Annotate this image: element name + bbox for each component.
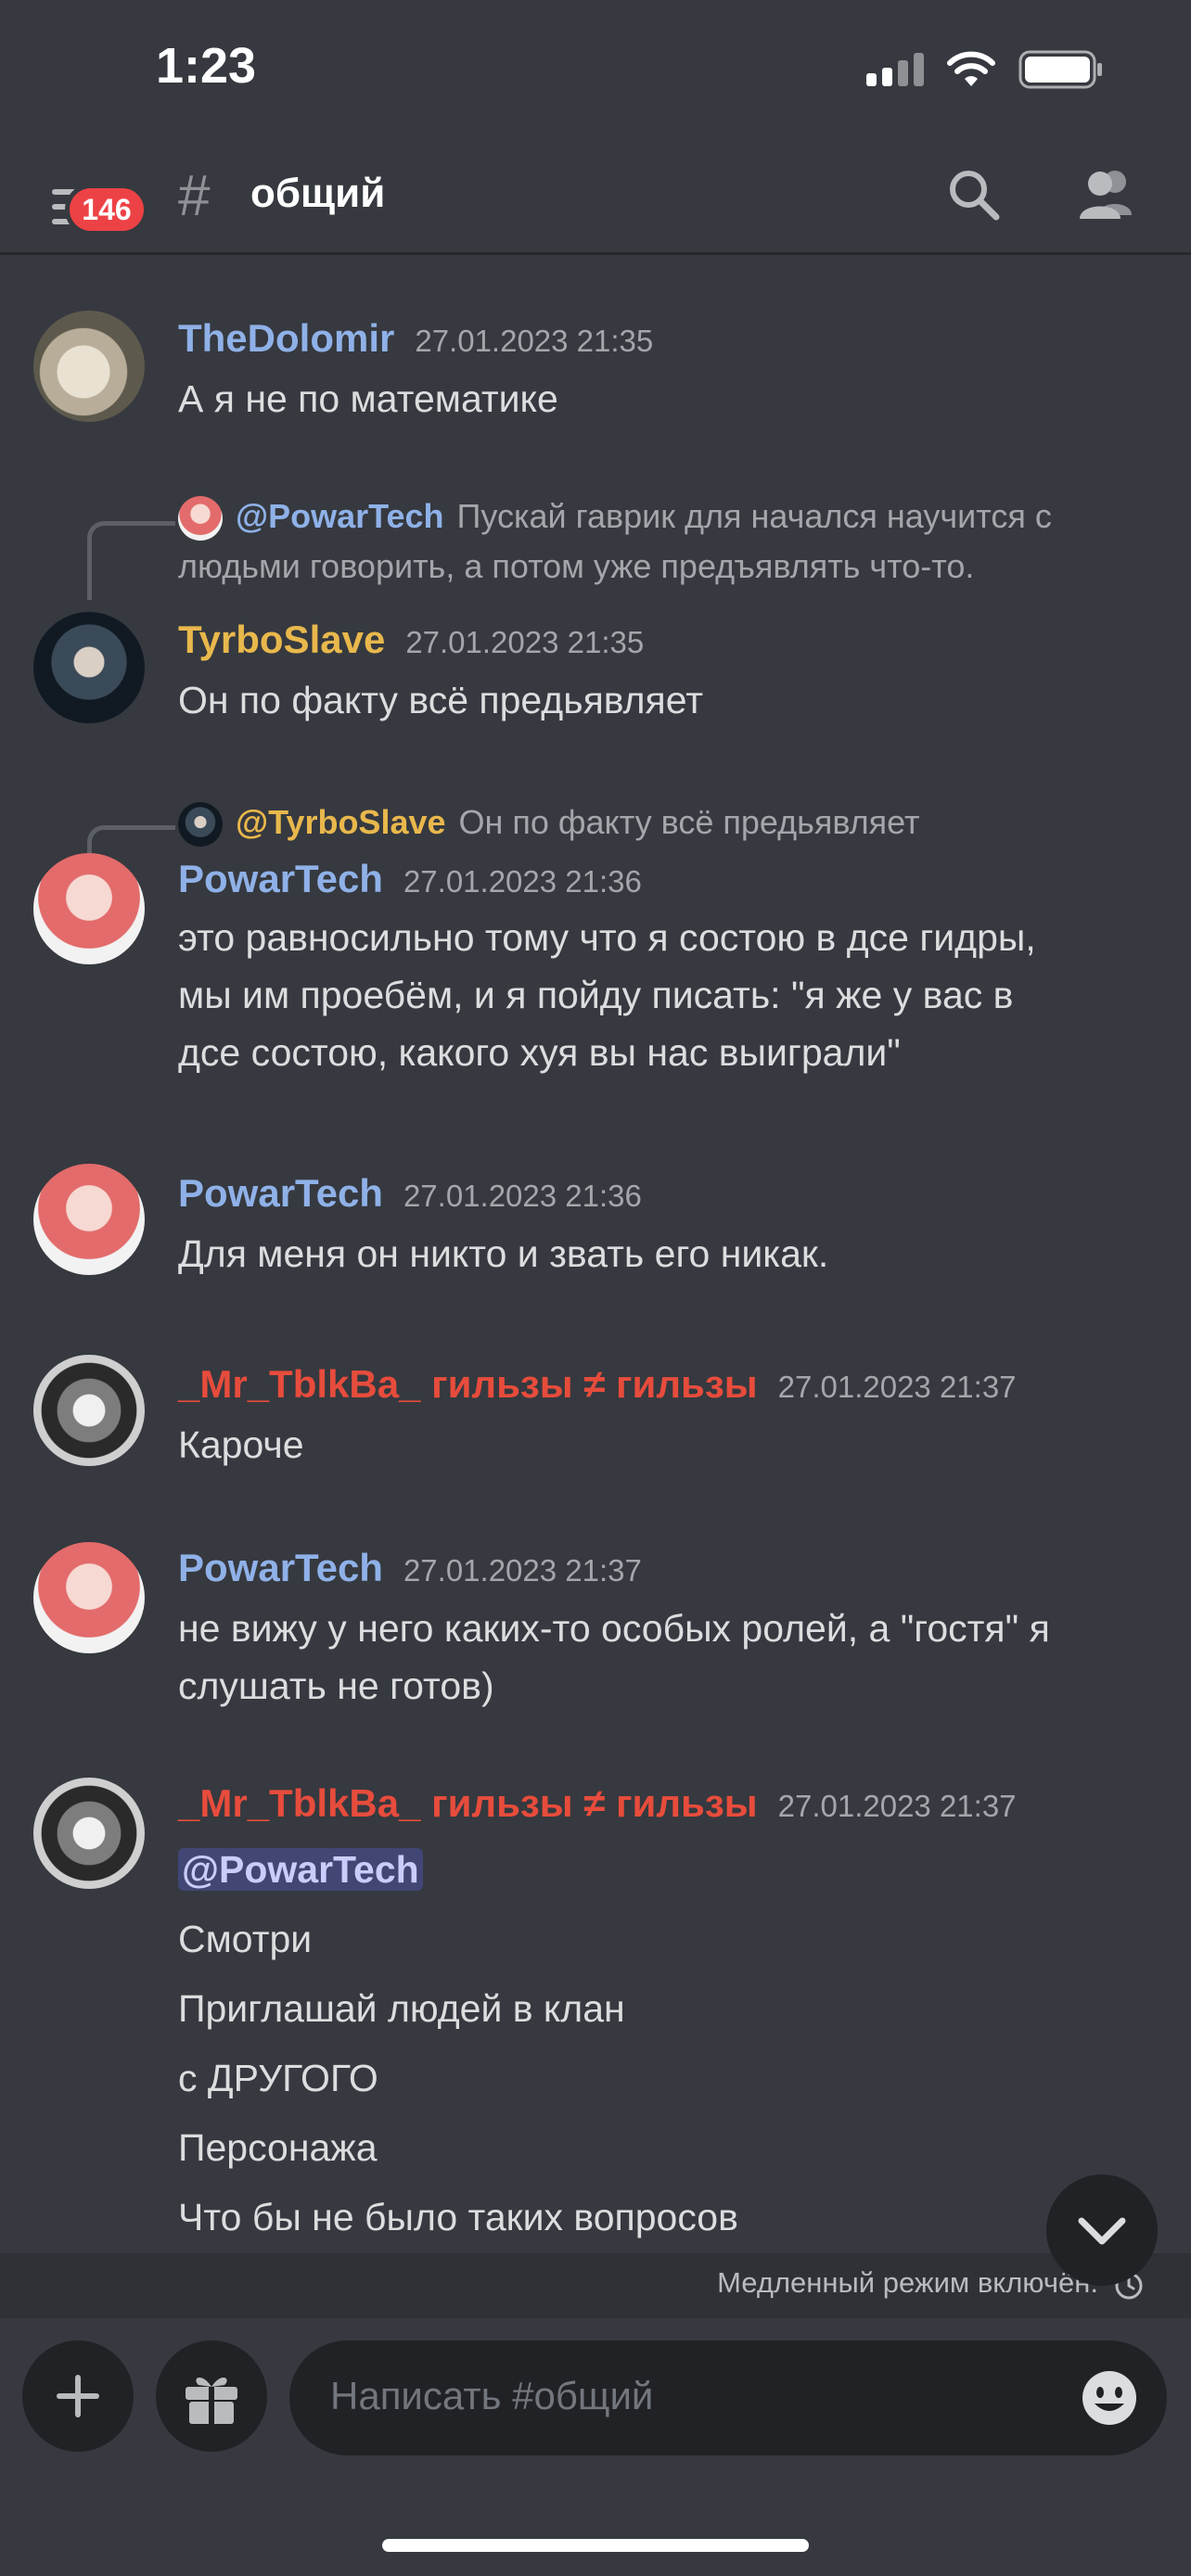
message-line: Для меня он никто и звать его никак. [178,1232,829,1275]
message-line: слушать не готов) [178,1664,494,1707]
message-text: не вижу у него каких-то особых ролей, а … [178,1600,1143,1715]
add-attachment-button[interactable] [22,2340,134,2452]
message-line: Кароче [178,1423,304,1466]
jump-to-bottom-button[interactable] [1046,2174,1158,2286]
message-text: Кароче [178,1416,1143,1473]
username[interactable]: _Mr_TblkBa_ гильзы ≠ гильзы 27.01.2023 21… [178,1781,1017,1826]
username[interactable]: TyrboSlave 27.01.2023 21:35 [178,618,644,662]
avatar-powartech[interactable] [33,1164,145,1275]
timestamp: 27.01.2023 21:37 [403,1553,642,1588]
username[interactable]: TheDolomir 27.01.2023 21:35 [178,316,653,361]
message-text: Он по факту всё предьявляет [178,671,1143,729]
timestamp: 27.01.2023 21:35 [415,324,654,358]
message-text: Для меня он никто и звать его никак. [178,1225,1143,1282]
reply-preview[interactable]: @TyrboSlave Он по факту всё предьявляет [178,797,1161,848]
message-line: А я не по математике [178,377,558,420]
message-line: Приглашай людей в клан [178,1987,625,2030]
message-line: Персонажа [178,2126,378,2169]
timestamp: 27.01.2023 21:35 [405,625,645,659]
timestamp: 27.01.2023 21:37 [777,1789,1017,1823]
search-icon[interactable] [944,165,1004,224]
username-text[interactable]: TheDolomir [178,316,394,360]
chevron-down-icon [1078,2217,1126,2245]
slow-mode-bar: Медленный режим включён. [0,2253,1191,2318]
status-bar: 1:23 [0,0,1191,148]
message-line: Смотри [178,1918,313,1960]
notification-badge: 146 [65,184,148,236]
gift-icon [186,2377,237,2424]
username[interactable]: PowarTech 27.01.2023 21:36 [178,1171,642,1216]
members-icon[interactable] [1074,165,1141,224]
plus-icon [57,2375,99,2417]
message-text: @PowarTech Смотри Приглашай людей в клан… [178,1835,1143,2252]
avatar-powartech[interactable] [33,853,145,964]
message-line: это равносильно тому что я состою в дсе … [178,916,1036,959]
timestamp: 27.01.2023 21:36 [403,864,642,899]
hash-icon: # [178,164,211,228]
reply-username[interactable]: @PowarTech [236,497,444,535]
avatar-mrtblkba[interactable] [33,1355,145,1466]
username-text[interactable]: PowarTech [178,1546,383,1589]
message-line: дсе состою, какого хуя вы нас выиграли" [178,1031,901,1074]
username-text[interactable]: PowarTech [178,857,383,900]
message-list[interactable]: TheDolomir 27.01.2023 21:35 А я не по мат… [0,255,1191,2253]
status-time: 1:23 [156,38,257,94]
username-text[interactable]: _Mr_TblkBa_ гильзы ≠ гильзы [178,1362,758,1406]
reply-text: Он по факту всё предьявляет [458,803,920,841]
reply-preview[interactable]: @PowarTech Пускай гаврик для начался науч… [178,491,1161,592]
message-text: А я не по математике [178,370,1143,427]
username-text[interactable]: PowarTech [178,1171,383,1215]
battery-icon [1018,50,1102,89]
username[interactable]: PowarTech 27.01.2023 21:36 [178,857,642,901]
channel-name: общий [250,171,386,216]
timestamp: 27.01.2023 21:36 [403,1179,642,1213]
slow-mode-text: Медленный режим включён. [717,2266,1098,2299]
message-text: это равносильно тому что я состою в дсе … [178,909,1143,1081]
status-icons [866,50,1104,89]
wifi-icon [947,51,995,86]
avatar-tyrboslave[interactable] [33,612,145,723]
signal-icon [866,53,924,86]
emoji-icon[interactable] [1080,2368,1139,2428]
reply-spine [87,521,175,600]
reply-avatar [178,496,223,542]
gift-button[interactable] [156,2340,267,2452]
message-line: Он по факту всё предьявляет [178,679,703,721]
home-indicator[interactable] [382,2539,809,2552]
message-line: с ДРУГОГО [178,2057,378,2099]
message-line: @PowarTech [178,1835,1143,1905]
username[interactable]: _Mr_TblkBa_ гильзы ≠ гильзы 27.01.2023 21… [178,1362,1017,1407]
message-input-placeholder: Написать #общий [330,2374,654,2417]
message-line: мы им проебём, и я пойду писать: "я же у… [178,974,1014,1016]
message-line: не вижу у него каких-то особых ролей, а … [178,1607,1050,1650]
username-text[interactable]: TyrboSlave [178,618,385,661]
username-text[interactable]: _Mr_TblkBa_ гильзы ≠ гильзы [178,1781,758,1825]
composer: Написать #общий [0,2318,1191,2576]
timestamp: 27.01.2023 21:37 [777,1370,1017,1404]
channel-header: 146 # общий [0,148,1191,255]
reply-avatar [178,802,223,848]
user-mention[interactable]: @PowarTech [178,1848,423,1891]
reply-username[interactable]: @TyrboSlave [236,803,446,841]
avatar-powartech[interactable] [33,1542,145,1653]
avatar-thedolomir[interactable] [33,311,145,422]
message-line: Что бы не было таких вопросов [178,2196,738,2238]
username[interactable]: PowarTech 27.01.2023 21:37 [178,1546,642,1590]
avatar-mrtblkba[interactable] [33,1778,145,1889]
message-input[interactable]: Написать #общий [289,2340,1167,2455]
